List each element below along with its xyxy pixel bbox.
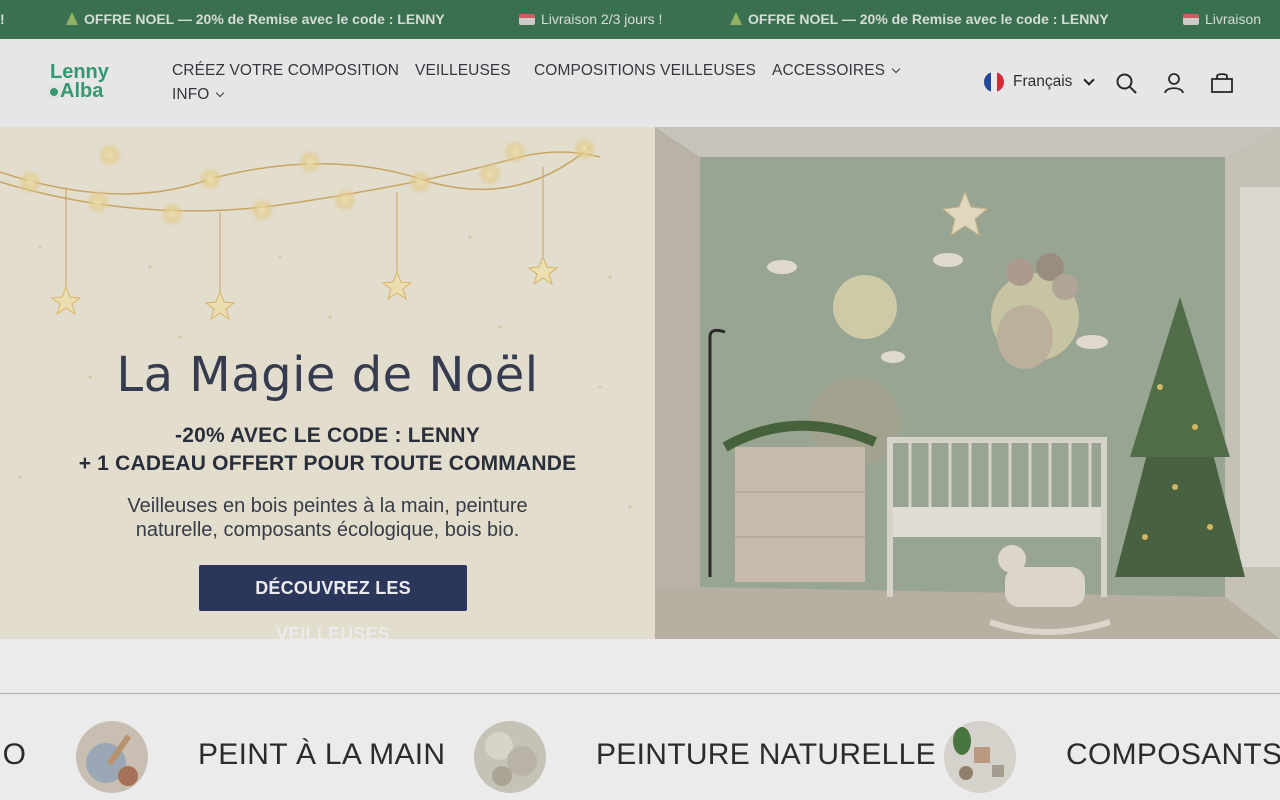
chevron-down-icon: [891, 64, 901, 74]
nav-veilleuses[interactable]: VEILLEUSES: [415, 62, 511, 80]
hero-banner: La Magie de Noël -20% AVEC LE CODE : LEN…: [0, 127, 1280, 639]
christmas-tree-icon: [66, 11, 78, 25]
delivery-truck-icon: [1183, 13, 1199, 25]
france-flag-icon: [984, 72, 1004, 92]
painting-hand-image: [76, 721, 148, 793]
hero-description: naturelle, composants écologique, bois b…: [135, 519, 520, 541]
discover-veilleuses-button[interactable]: DÉCOUVREZ LES VEILLEUSES: [199, 565, 467, 639]
christmas-tree-icon: [730, 11, 742, 25]
paint-stones-image: [474, 721, 546, 793]
hero-text-panel: La Magie de Noël -20% AVEC LE CODE : LEN…: [0, 127, 655, 639]
value-label: PEINT À LA MAIN: [198, 738, 446, 771]
site-logo[interactable]: Lenny Alba: [48, 62, 128, 105]
announcement-bar: ! OFFRE NOEL — 20% de Remise avec le cod…: [0, 0, 1280, 39]
site-header: Lenny Alba CRÉEZ VOTRE COMPOSITION VEILL…: [0, 39, 1280, 127]
flower-icon: [48, 86, 60, 98]
cart-icon[interactable]: [1210, 71, 1234, 95]
nav-info[interactable]: INFO: [172, 86, 225, 104]
announcement-offer[interactable]: OFFRE NOEL — 20% de Remise avec le code …: [730, 11, 1109, 27]
value-label: PEINTURE NATURELLE: [596, 738, 936, 771]
language-selector[interactable]: Français: [984, 72, 1096, 92]
announcement-tail: !: [0, 11, 5, 27]
nav-accessoires[interactable]: ACCESSOIRES: [772, 62, 901, 80]
announcement-delivery[interactable]: Livraison 2/3 jours !: [519, 11, 662, 27]
value-label: COMPOSANTS É: [1066, 738, 1280, 771]
account-icon[interactable]: [1162, 71, 1186, 95]
hero-subtitle: + 1 CADEAU OFFERT POUR TOUTE COMMANDE: [78, 452, 577, 475]
hero-subtitle: -20% AVEC LE CODE : LENNY: [175, 424, 480, 447]
chevron-down-icon: [216, 88, 225, 98]
values-marquee: IO PEINT À LA MAIN PEINTURE NATURELLE CO…: [0, 694, 1280, 800]
delivery-truck-icon: [519, 13, 535, 25]
nav-create-composition[interactable]: CRÉEZ VOTRE COMPOSITION: [172, 62, 399, 80]
hero-description: Veilleuses en bois peintes à la main, pe…: [127, 495, 528, 517]
nursery-illustration: [655, 127, 1280, 639]
value-label: IO: [0, 738, 27, 771]
nursery-photo: [655, 127, 1280, 639]
chevron-down-icon: [1083, 73, 1096, 86]
nav-compositions-veilleuses[interactable]: COMPOSITIONS VEILLEUSES: [534, 62, 756, 80]
search-icon[interactable]: [1114, 71, 1138, 95]
hero-title: La Magie de Noël: [116, 347, 539, 403]
announcement-offer[interactable]: OFFRE NOEL — 20% de Remise avec le code …: [66, 11, 445, 27]
announcement-delivery[interactable]: Livraison: [1183, 11, 1261, 27]
eco-components-image: [944, 721, 1016, 793]
